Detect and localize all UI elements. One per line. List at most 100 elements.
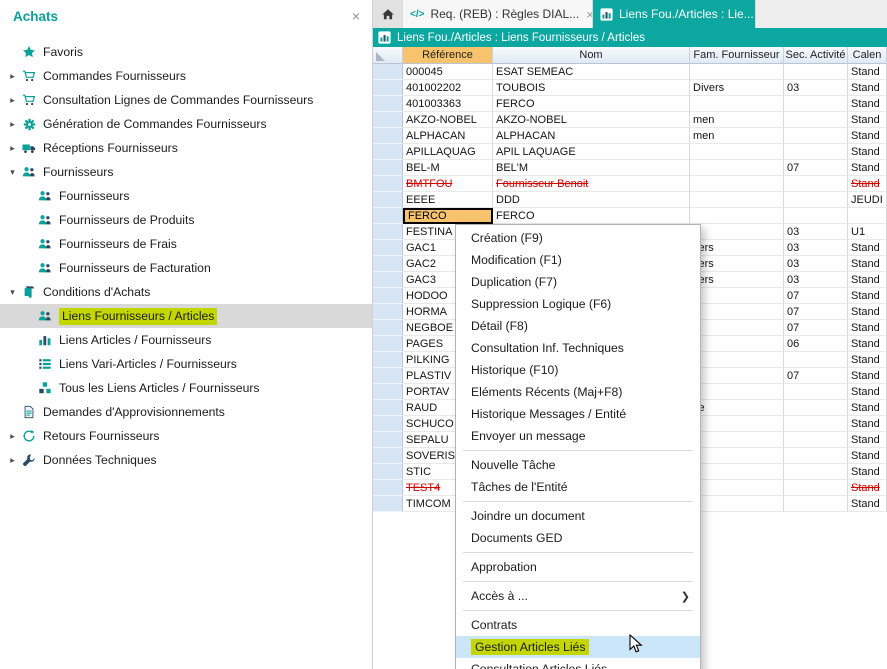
- cell-sec-activite[interactable]: [784, 400, 848, 416]
- sidebar-item[interactable]: Liens Vari-Articles / Fournisseurs: [0, 352, 372, 376]
- cell-fam-fournisseur[interactable]: Divers: [690, 80, 784, 96]
- cell-fam-fournisseur[interactable]: [690, 464, 784, 480]
- close-icon[interactable]: ×: [579, 7, 593, 22]
- row-selector[interactable]: [373, 256, 403, 272]
- cell-fam-fournisseur[interactable]: vers: [690, 272, 784, 288]
- cell-sec-activite[interactable]: [784, 208, 848, 224]
- cell-sec-activite[interactable]: [784, 64, 848, 80]
- cell-nom[interactable]: ESAT SEMEAC: [493, 64, 690, 80]
- chevron-right-icon[interactable]: ▸: [5, 431, 20, 442]
- cell-sec-activite[interactable]: 03: [784, 256, 848, 272]
- cell-fam-fournisseur[interactable]: [690, 176, 784, 192]
- cell-nom[interactable]: Fournisseur Benoit: [493, 176, 690, 192]
- row-selector[interactable]: [373, 352, 403, 368]
- cell-calendrier[interactable]: Stand: [848, 240, 887, 256]
- menu-item[interactable]: Contrats: [456, 614, 700, 636]
- cell-fam-fournisseur[interactable]: se: [690, 400, 784, 416]
- menu-item[interactable]: Historique (F10): [456, 359, 700, 381]
- cell-fam-fournisseur[interactable]: [690, 208, 784, 224]
- menu-item[interactable]: Détail (F8): [456, 315, 700, 337]
- cell-calendrier[interactable]: U1: [848, 224, 887, 240]
- cell-sec-activite[interactable]: [784, 464, 848, 480]
- cell-reference[interactable]: APILLAQUAG: [403, 144, 493, 160]
- cell-nom[interactable]: APIL LAQUAGE: [493, 144, 690, 160]
- sidebar-item[interactable]: Tous les Liens Articles / Fournisseurs: [0, 376, 372, 400]
- cell-sec-activite[interactable]: [784, 128, 848, 144]
- cell-calendrier[interactable]: Stand: [848, 320, 887, 336]
- cell-sec-activite[interactable]: 07: [784, 304, 848, 320]
- menu-item[interactable]: Modification (F1): [456, 249, 700, 271]
- menu-item[interactable]: Documents GED: [456, 527, 700, 549]
- cell-reference[interactable]: AKZO-NOBEL: [403, 112, 493, 128]
- cell-fam-fournisseur[interactable]: [690, 160, 784, 176]
- cell-fam-fournisseur[interactable]: vers: [690, 256, 784, 272]
- menu-item[interactable]: Duplication (F7): [456, 271, 700, 293]
- row-selector[interactable]: [373, 176, 403, 192]
- sidebar-item[interactable]: ▸Consultation Lignes de Commandes Fourni…: [0, 88, 372, 112]
- cell-calendrier[interactable]: JEUDI: [848, 192, 887, 208]
- sidebar-item[interactable]: Fournisseurs de Produits: [0, 208, 372, 232]
- select-all-corner[interactable]: [373, 47, 403, 64]
- menu-item[interactable]: Envoyer un message: [456, 425, 700, 447]
- menu-item[interactable]: Création (F9): [456, 227, 700, 249]
- row-selector[interactable]: [373, 448, 403, 464]
- sidebar-item[interactable]: Liens Articles / Fournisseurs: [0, 328, 372, 352]
- column-header-sec-activite[interactable]: Sec. Activité: [784, 47, 848, 64]
- cell-reference[interactable]: 401003363: [403, 96, 493, 112]
- cell-sec-activite[interactable]: [784, 352, 848, 368]
- sidebar-item[interactable]: Favoris: [0, 40, 372, 64]
- table-row[interactable]: 000045ESAT SEMEACStand: [373, 64, 887, 80]
- cell-reference[interactable]: BEL-M: [403, 160, 493, 176]
- menu-item[interactable]: Consultation Articles Liés: [456, 658, 700, 669]
- cell-calendrier[interactable]: Stand: [848, 336, 887, 352]
- close-icon[interactable]: ×: [754, 7, 756, 22]
- row-selector[interactable]: [373, 272, 403, 288]
- cell-nom[interactable]: AKZO-NOBEL: [493, 112, 690, 128]
- tab-liens-fou-articles[interactable]: Liens Fou./Articles : Lie... ×: [593, 0, 756, 28]
- cell-sec-activite[interactable]: [784, 496, 848, 512]
- sidebar-item[interactable]: ▸Données Techniques: [0, 448, 372, 472]
- cell-fam-fournisseur[interactable]: [690, 352, 784, 368]
- cell-nom[interactable]: DDD: [493, 192, 690, 208]
- cell-reference[interactable]: EEEE: [403, 192, 493, 208]
- cell-nom[interactable]: TOUBOIS: [493, 80, 690, 96]
- cell-sec-activite[interactable]: [784, 96, 848, 112]
- tab-req-regles[interactable]: </> Req. (REB) : Règles DIAL... ×: [403, 0, 593, 28]
- menu-item[interactable]: Nouvelle Tâche: [456, 454, 700, 476]
- cell-reference[interactable]: 401002202: [403, 80, 493, 96]
- cell-calendrier[interactable]: Stand: [848, 272, 887, 288]
- cell-calendrier[interactable]: Stand: [848, 176, 887, 192]
- row-selector[interactable]: [373, 320, 403, 336]
- cell-fam-fournisseur[interactable]: men: [690, 128, 784, 144]
- row-selector[interactable]: [373, 208, 403, 224]
- cell-fam-fournisseur[interactable]: [690, 96, 784, 112]
- cell-fam-fournisseur[interactable]: n: [690, 432, 784, 448]
- table-row[interactable]: APILLAQUAGAPIL LAQUAGEStand: [373, 144, 887, 160]
- row-selector[interactable]: [373, 240, 403, 256]
- cell-calendrier[interactable]: Stand: [848, 416, 887, 432]
- cell-fam-fournisseur[interactable]: [690, 336, 784, 352]
- cell-reference[interactable]: FERCO: [403, 208, 493, 224]
- table-row[interactable]: AKZO-NOBELAKZO-NOBELmenStand: [373, 112, 887, 128]
- column-header-fam-fournisseur[interactable]: Fam. Fournisseur: [690, 47, 784, 64]
- row-selector[interactable]: [373, 304, 403, 320]
- menu-item[interactable]: Tâches de l'Entité: [456, 476, 700, 498]
- chevron-right-icon[interactable]: ▸: [5, 95, 20, 106]
- row-selector[interactable]: [373, 464, 403, 480]
- menu-item[interactable]: Joindre un document: [456, 505, 700, 527]
- row-selector[interactable]: [373, 224, 403, 240]
- cell-sec-activite[interactable]: [784, 384, 848, 400]
- table-row[interactable]: EEEEDDD JEUDI: [373, 192, 887, 208]
- chevron-right-icon[interactable]: ▸: [5, 143, 20, 154]
- cell-calendrier[interactable]: Stand: [848, 96, 887, 112]
- sidebar-item[interactable]: ▸Commandes Fournisseurs: [0, 64, 372, 88]
- cell-reference[interactable]: BMTFOU: [403, 176, 493, 192]
- cell-fam-fournisseur[interactable]: men: [690, 112, 784, 128]
- chevron-down-icon[interactable]: ▾: [5, 167, 20, 178]
- cell-fam-fournisseur[interactable]: n: [690, 288, 784, 304]
- row-selector[interactable]: [373, 368, 403, 384]
- sidebar-item[interactable]: ▾Fournisseurs: [0, 160, 372, 184]
- cell-sec-activite[interactable]: [784, 480, 848, 496]
- cell-sec-activite[interactable]: [784, 192, 848, 208]
- tab-home[interactable]: [373, 0, 403, 28]
